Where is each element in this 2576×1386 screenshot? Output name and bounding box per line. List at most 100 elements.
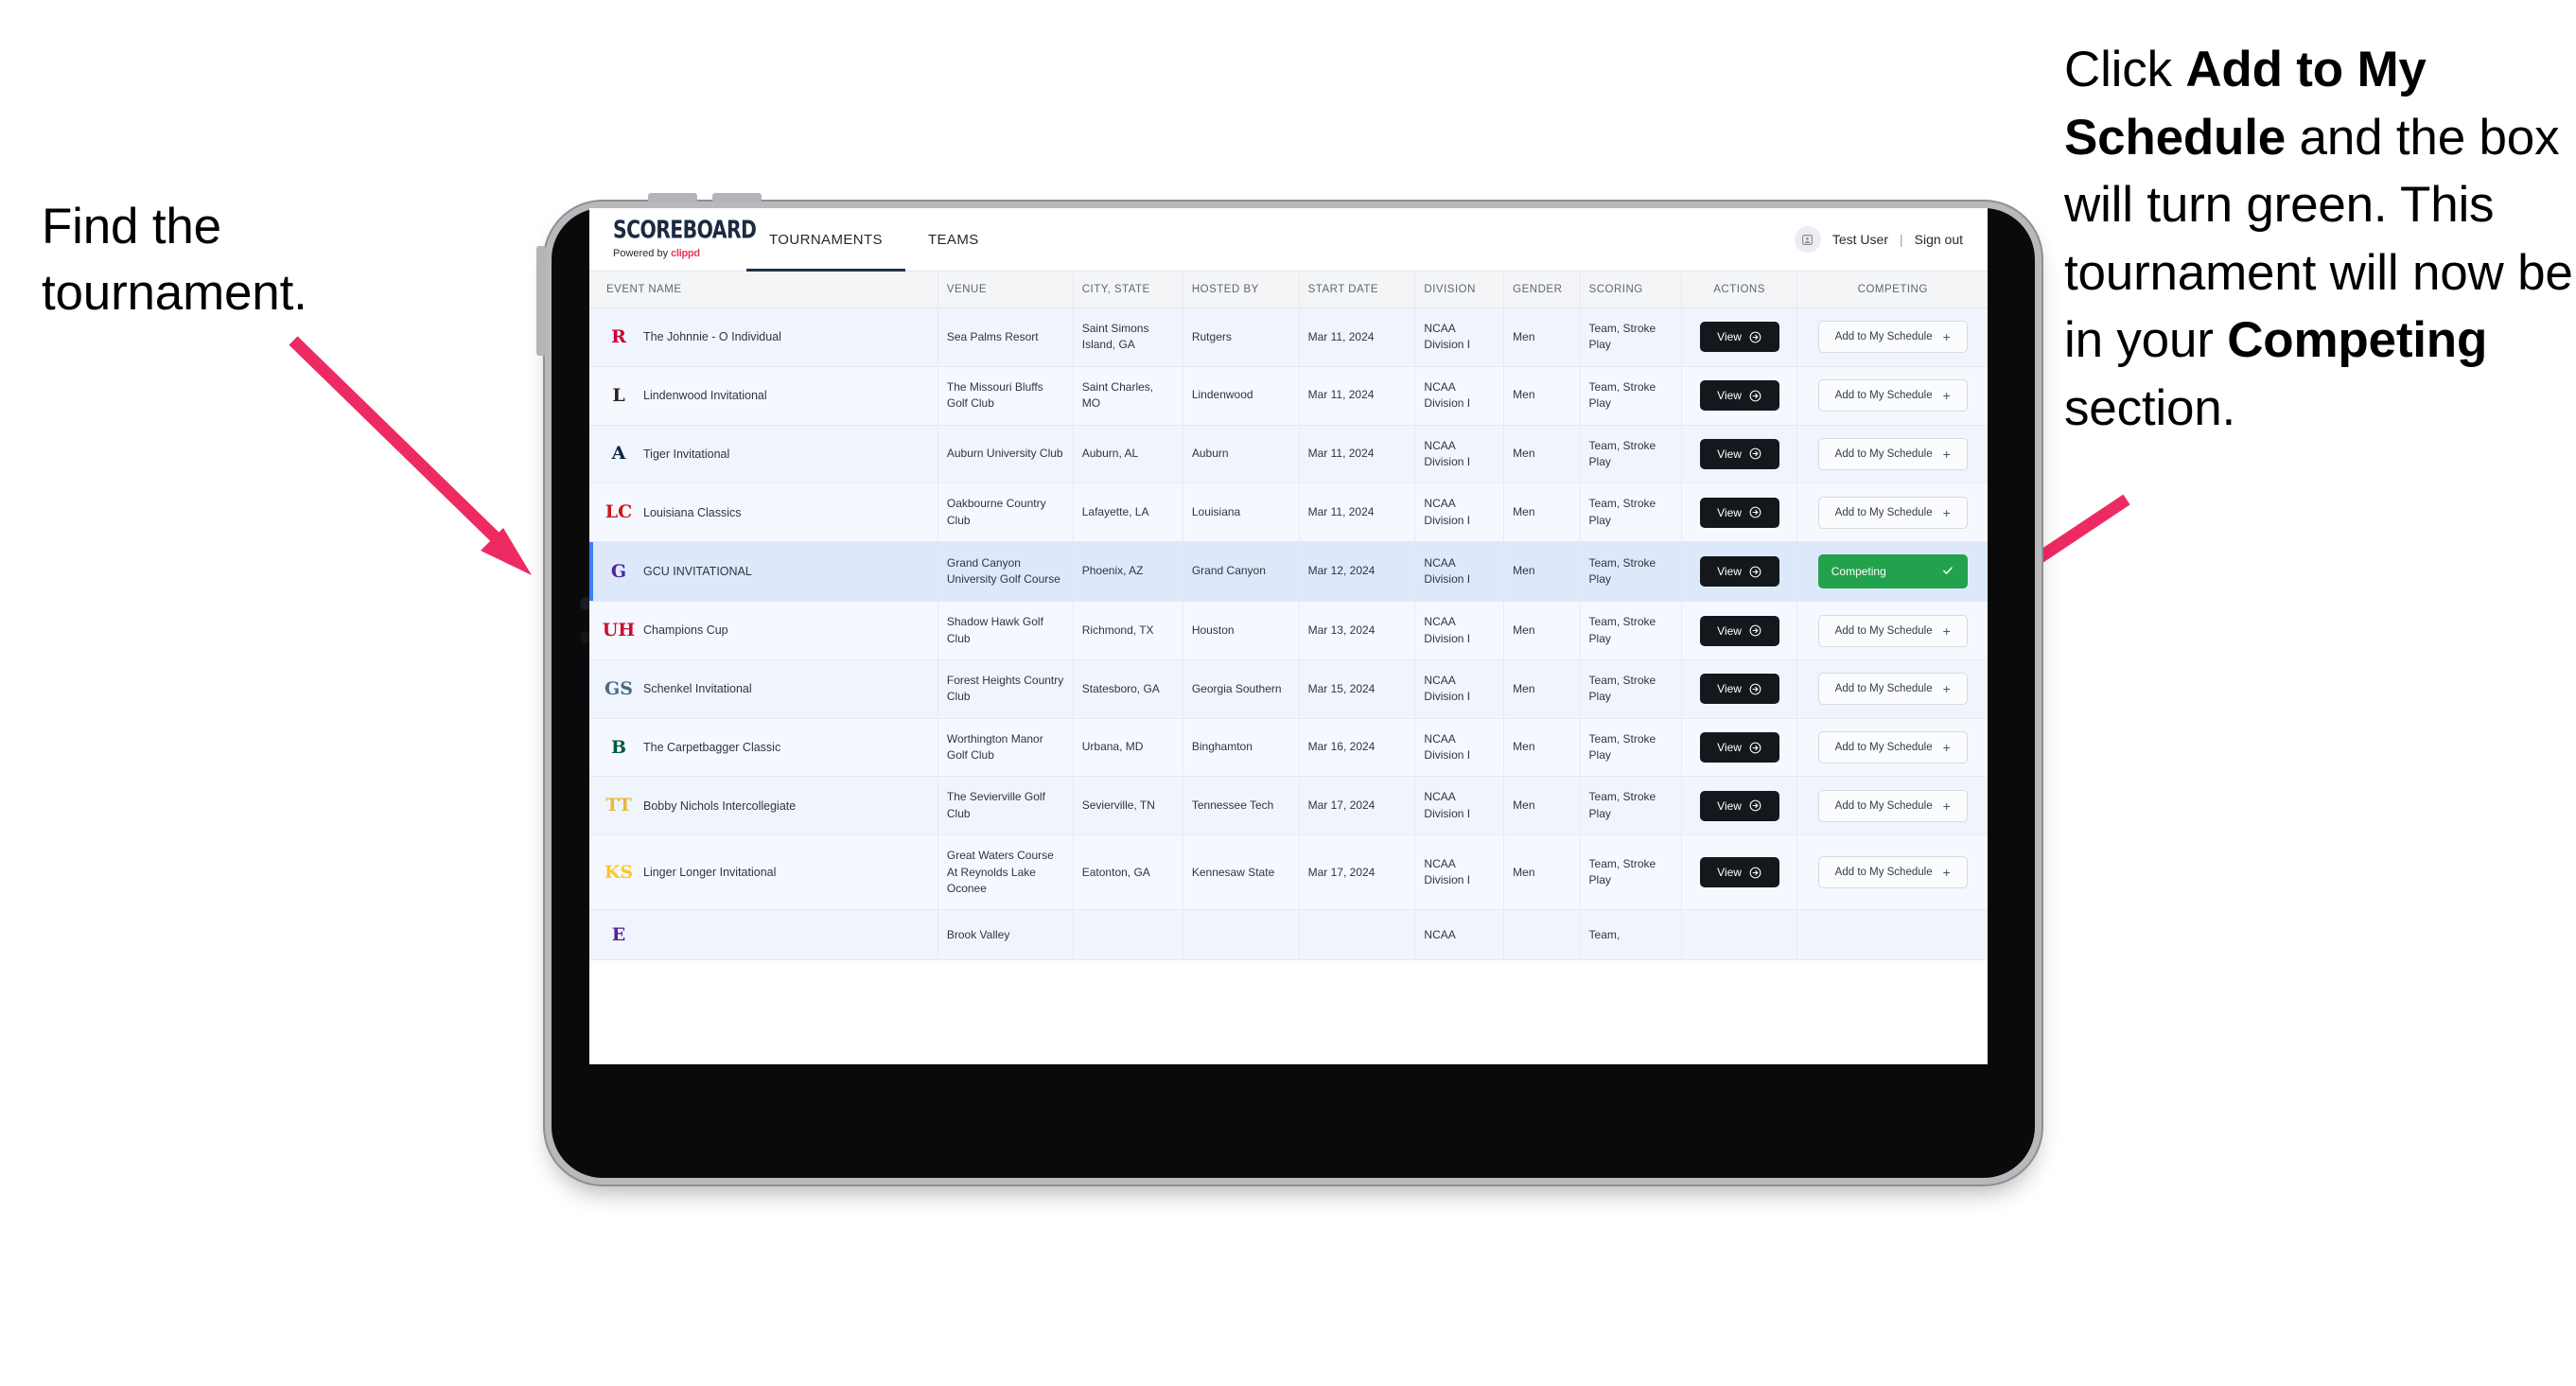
column-header-scoring[interactable]: SCORING	[1580, 272, 1682, 308]
check-icon	[1941, 564, 1954, 579]
view-button[interactable]: View	[1699, 556, 1779, 588]
column-header-gender[interactable]: GENDER	[1503, 272, 1581, 308]
table-row[interactable]: B The Carpetbagger Classic Worthington Man…	[589, 718, 1988, 778]
kennesaw-state-owls-logo: KS	[604, 861, 634, 883]
table-row[interactable]: KS Linger Longer Invitational Great Waters…	[589, 834, 1988, 911]
view-button[interactable]: View	[1699, 790, 1779, 821]
plus-icon: +	[1942, 798, 1951, 814]
lindenwood-logo: L	[612, 384, 625, 406]
cell-event-name: UH Champions Cup	[589, 601, 938, 660]
table-row[interactable]: GS Schenkel Invitational Forest Heights Co…	[589, 659, 1988, 719]
cell-venue: Brook Valley	[938, 909, 1074, 961]
cell-actions: View	[1681, 366, 1798, 426]
cell-competing: Competing	[1796, 541, 1988, 603]
cell-event-name: GS Schenkel Invitational	[589, 659, 938, 719]
tab-teams[interactable]: TEAMS	[905, 208, 1002, 271]
view-button[interactable]: View	[1699, 857, 1779, 888]
tablet-top-button-secondary[interactable]	[712, 193, 762, 202]
add-to-my-schedule-label: Add to My Schedule	[1834, 742, 1933, 754]
cell-competing: Add to My Schedule +	[1796, 718, 1988, 778]
cell-gender: Men	[1503, 834, 1581, 911]
sign-out-link[interactable]: Sign out	[1915, 232, 1963, 247]
column-header-city-state[interactable]: CITY, STATE	[1073, 272, 1183, 308]
cell-scoring: Team, Stroke Play	[1580, 425, 1682, 484]
cell-actions: View	[1681, 718, 1798, 778]
cell-scoring: Team, Stroke Play	[1580, 776, 1682, 836]
user-avatar-icon[interactable]	[1794, 226, 1821, 253]
column-header-venue[interactable]: VENUE	[938, 272, 1074, 308]
plus-icon: +	[1942, 329, 1951, 345]
cell-scoring: Team, Stroke Play	[1580, 366, 1682, 426]
view-button[interactable]: View	[1699, 438, 1779, 469]
table-row[interactable]: E Brook Valley NCAA Team,	[589, 909, 1988, 961]
add-to-my-schedule-button[interactable]: Add to My Schedule +	[1817, 789, 1968, 822]
view-button[interactable]: View	[1699, 497, 1779, 528]
brand-logo[interactable]: SCOREBOARD Powered by clippd	[589, 208, 757, 271]
cell-event-name: R The Johnnie - O Individual	[589, 307, 938, 367]
view-button[interactable]: View	[1699, 615, 1779, 646]
cell-hosted-by: Tennessee Tech	[1183, 776, 1300, 836]
view-button[interactable]: View	[1699, 322, 1779, 353]
table-row[interactable]: A Tiger Invitational Auburn University Clu…	[589, 425, 1988, 484]
add-to-my-schedule-button[interactable]: Add to My Schedule +	[1817, 496, 1968, 529]
event-name-wrapper: KS Linger Longer Invitational	[604, 860, 929, 885]
cell-city-state: Lafayette, LA	[1073, 482, 1183, 543]
cell-event-name: B The Carpetbagger Classic	[589, 718, 938, 778]
cell-division: NCAA Division I	[1414, 601, 1505, 660]
circle-arrow-right-icon	[1749, 867, 1761, 879]
cell-gender: Men	[1503, 482, 1581, 543]
circle-arrow-right-icon	[1749, 331, 1761, 343]
cell-scoring: Team, Stroke Play	[1580, 834, 1682, 911]
view-button-label: View	[1717, 866, 1742, 880]
column-header-event-name[interactable]: EVENT NAME	[589, 272, 938, 308]
table-row[interactable]: L Lindenwood Invitational The Missouri Blu…	[589, 366, 1988, 426]
table-body: R The Johnnie - O Individual Sea Palms Res…	[589, 307, 1988, 961]
add-to-my-schedule-button[interactable]: Add to My Schedule +	[1817, 321, 1968, 354]
table-header-row: EVENT NAME VENUE CITY, STATE HOSTED BY S…	[589, 272, 1988, 308]
add-to-my-schedule-button[interactable]: Add to My Schedule +	[1817, 437, 1968, 470]
add-to-my-schedule-button[interactable]: Add to My Schedule +	[1817, 856, 1968, 889]
cell-scoring: Team, Stroke Play	[1580, 718, 1682, 778]
column-header-hosted-by[interactable]: HOSTED BY	[1183, 272, 1300, 308]
cell-start-date: Mar 11, 2024	[1299, 366, 1416, 426]
cell-scoring: Team, Stroke Play	[1580, 541, 1682, 603]
view-button-label: View	[1717, 389, 1742, 403]
event-name-wrapper: TT Bobby Nichols Intercollegiate	[605, 794, 929, 818]
cell-hosted-by: Auburn	[1183, 425, 1300, 484]
column-header-start-date[interactable]: START DATE	[1299, 272, 1416, 308]
view-button[interactable]: View	[1699, 732, 1779, 763]
table-row[interactable]: UH Champions Cup Shadow Hawk Golf Club Rich…	[589, 601, 1988, 660]
pointer-arrow-left	[289, 336, 532, 575]
cell-city-state	[1073, 909, 1183, 961]
tab-tournaments[interactable]: TOURNAMENTS	[746, 208, 905, 272]
add-to-my-schedule-button[interactable]: Add to My Schedule +	[1817, 614, 1968, 647]
table-row[interactable]: LC Louisiana Classics Oakbourne Country Cl…	[589, 482, 1988, 543]
add-to-my-schedule-button[interactable]: Add to My Schedule +	[1817, 379, 1968, 412]
view-button-label: View	[1717, 330, 1742, 344]
tablet-top-button[interactable]	[648, 193, 697, 202]
cell-actions: View	[1681, 541, 1798, 603]
table-row[interactable]: G GCU INVITATIONAL Grand Canyon University…	[589, 541, 1988, 603]
column-header-division[interactable]: DIVISION	[1414, 272, 1505, 308]
cell-gender: Men	[1503, 718, 1581, 778]
table-row[interactable]: TT Bobby Nichols Intercollegiate The Sevie…	[589, 776, 1988, 836]
screenshot-root: Find the tournament. Click Add to My Sch…	[0, 0, 2576, 1386]
add-to-my-schedule-button[interactable]: Add to My Schedule +	[1817, 731, 1968, 764]
account-area: Test User | Sign out	[1794, 208, 1988, 271]
cell-hosted-by	[1183, 909, 1300, 961]
event-name-wrapper: E	[606, 922, 929, 947]
event-name-label: Lindenwood Invitational	[643, 389, 767, 403]
competing-button[interactable]: Competing	[1817, 554, 1968, 589]
add-to-my-schedule-button[interactable]: Add to My Schedule +	[1817, 673, 1968, 706]
cell-gender: Men	[1503, 366, 1581, 426]
cell-division: NCAA Division I	[1414, 541, 1505, 603]
view-button[interactable]: View	[1699, 674, 1779, 705]
plus-icon: +	[1942, 865, 1951, 881]
user-name-label: Test User	[1831, 232, 1888, 247]
tablet-volume-button[interactable]	[536, 246, 546, 356]
view-button-label: View	[1717, 623, 1742, 638]
view-button[interactable]: View	[1699, 380, 1779, 412]
table-row[interactable]: R The Johnnie - O Individual Sea Palms Res…	[589, 307, 1988, 367]
add-to-my-schedule-label: Add to My Schedule	[1834, 867, 1933, 879]
circle-arrow-right-icon	[1749, 447, 1761, 460]
